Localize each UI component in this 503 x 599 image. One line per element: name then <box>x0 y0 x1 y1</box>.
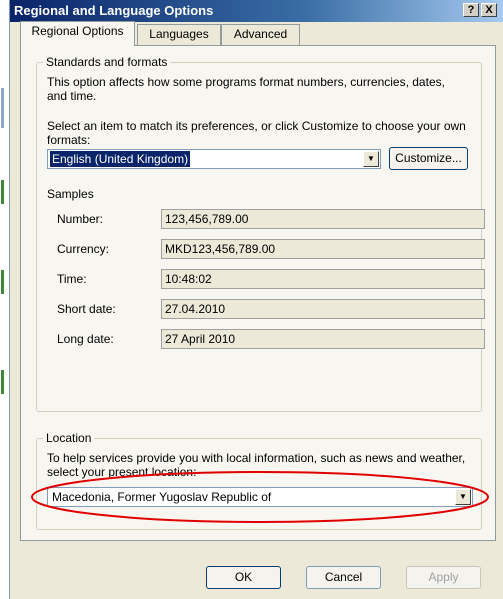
background-mark <box>1 88 4 128</box>
window-title: Regional and Language Options <box>14 3 214 18</box>
standards-prompt: Select an item to match its preferences,… <box>47 119 466 147</box>
regional-options-panel: Standards and formats This option affect… <box>20 45 496 541</box>
location-legend: Location <box>43 431 95 445</box>
sample-long-date-value: 27 April 2010 <box>161 329 485 349</box>
tab-regional-options[interactable]: Regional Options <box>20 21 135 46</box>
tab-languages[interactable]: Languages <box>137 24 221 45</box>
background-mark <box>1 370 4 394</box>
close-button[interactable]: X <box>481 3 497 17</box>
regional-language-dialog: Regional and Language Options ? X Region… <box>9 0 503 599</box>
format-select[interactable]: English (United Kingdom) ▼ <box>47 149 381 169</box>
sample-long-date-label: Long date: <box>57 332 114 346</box>
customize-button[interactable]: Customize... <box>389 147 468 170</box>
dropdown-arrow-icon[interactable]: ▼ <box>363 151 379 167</box>
samples-heading: Samples <box>47 187 94 201</box>
standards-formats-legend: Standards and formats <box>43 55 171 69</box>
format-select-value: English (United Kingdom) <box>50 151 191 167</box>
standards-formats-group: Standards and formats This option affect… <box>36 55 485 412</box>
standards-description: This option affects how some programs fo… <box>47 75 445 103</box>
sample-short-date-label: Short date: <box>57 302 116 316</box>
sample-short-date-value: 27.04.2010 <box>161 299 485 319</box>
sample-currency-value: MKD123,456,789.00 <box>161 239 485 259</box>
tab-advanced[interactable]: Advanced <box>221 24 300 45</box>
title-bar: Regional and Language Options ? X <box>10 0 503 22</box>
apply-button[interactable]: Apply <box>406 566 481 589</box>
background-mark <box>1 180 4 204</box>
annotation-ellipse <box>31 471 489 523</box>
sample-number-label: Number: <box>57 212 104 226</box>
help-button[interactable]: ? <box>463 3 479 17</box>
background-mark <box>1 270 4 294</box>
sample-time-value: 10:48:02 <box>161 269 485 289</box>
location-group: Location To help services provide you wi… <box>31 431 489 530</box>
sample-time-label: Time: <box>57 272 87 286</box>
sample-currency-label: Currency: <box>57 242 110 256</box>
ok-button[interactable]: OK <box>206 566 281 589</box>
sample-number-value: 123,456,789.00 <box>161 209 485 229</box>
cancel-button[interactable]: Cancel <box>306 566 381 589</box>
